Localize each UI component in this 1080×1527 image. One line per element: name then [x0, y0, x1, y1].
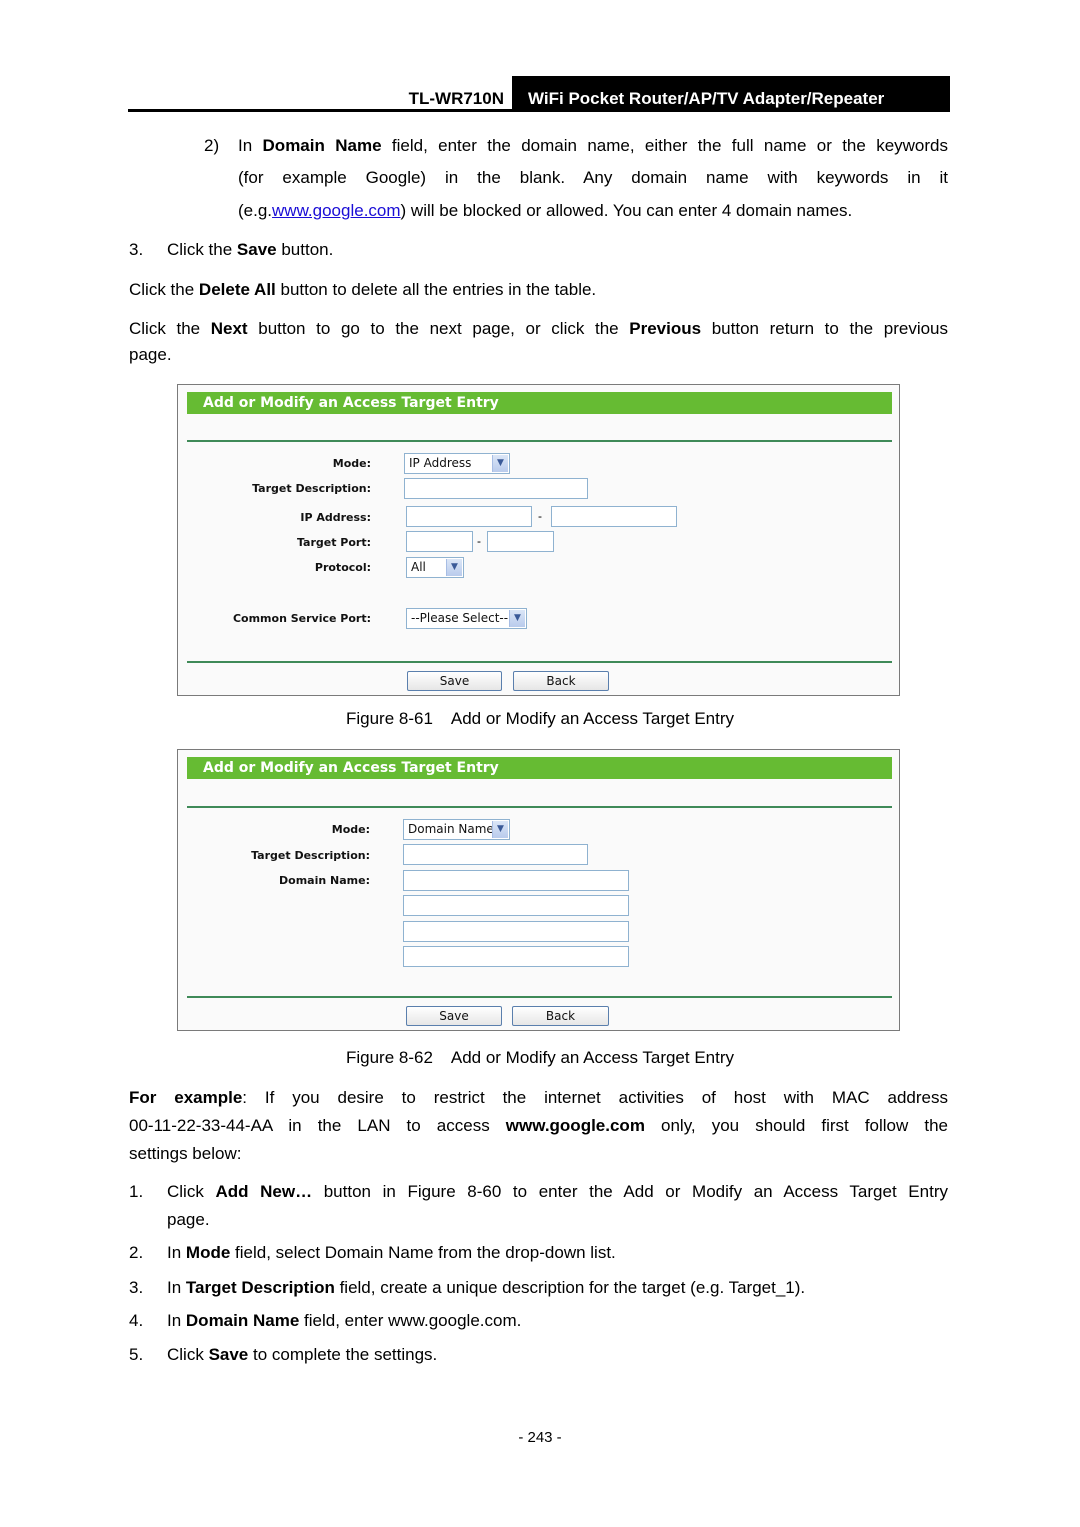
header-model: TL-WR710N: [408, 89, 504, 108]
figure-62-mode-label: Mode:: [331, 823, 370, 836]
example-paragraph-line-2: 00-11-22-33-44-AA in the LAN to access w…: [129, 1116, 948, 1135]
chevron-down-icon: ▼: [509, 610, 525, 627]
list-item-number: 1.: [129, 1182, 144, 1201]
figure-62-domain-name-input-1[interactable]: [403, 870, 629, 891]
figure-62-domain-name-input-3[interactable]: [403, 921, 629, 942]
figure-61-bottom-rule: [187, 661, 892, 663]
chevron-down-icon: ▼: [492, 455, 508, 472]
page-number: - 243 -: [518, 1429, 562, 1446]
figure-62-back-button[interactable]: Back: [512, 1006, 609, 1026]
next-previous-paragraph-line-2: page.: [129, 345, 172, 364]
figure-62-screenshot: Add or Modify an Access Target Entry Mod…: [177, 749, 900, 1031]
step-3-number: 3.: [129, 240, 144, 259]
figure-62-save-button[interactable]: Save: [406, 1006, 502, 1026]
step-2-line-3: (e.g.www.google.com) will be blocked or …: [238, 201, 853, 220]
list-item: In Domain Name field, enter www.google.c…: [167, 1311, 522, 1330]
header-rule: [128, 109, 950, 112]
example-paragraph-line-3: settings below:: [129, 1144, 242, 1163]
figure-62-target-description-input[interactable]: [403, 844, 588, 865]
figure-61-common-service-port-select[interactable]: --Please Select-- ▼: [406, 608, 527, 629]
figure-62-caption: Figure 8-62 Add or Modify an Access Targ…: [345, 1048, 735, 1067]
header-product-title: WiFi Pocket Router/AP/TV Adapter/Repeate…: [512, 76, 950, 111]
figure-61-ip-range-separator: -: [538, 509, 542, 523]
figure-61-ip-end-input[interactable]: [551, 506, 677, 527]
list-item: In Target Description field, create a un…: [167, 1278, 806, 1297]
figure-61-mode-label: Mode:: [332, 457, 371, 470]
list-item: In Mode field, select Domain Name from t…: [167, 1243, 616, 1262]
figure-61-target-description-input[interactable]: [404, 478, 588, 499]
figure-62-panel-title: Add or Modify an Access Target Entry: [187, 757, 892, 779]
figure-62-domain-name-input-4[interactable]: [403, 946, 629, 967]
figure-61-target-port-label: Target Port:: [296, 536, 371, 549]
figure-61-port-start-input[interactable]: [406, 531, 473, 552]
figure-62-domain-name-label: Domain Name:: [279, 874, 370, 887]
figure-61-protocol-label: Protocol:: [314, 561, 371, 574]
figure-61-protocol-select[interactable]: All ▼: [406, 557, 464, 578]
figure-61-ip-address-label: IP Address:: [300, 511, 371, 524]
figure-61-ip-start-input[interactable]: [406, 506, 532, 527]
list-item-number: 5.: [129, 1345, 144, 1364]
list-item-number: 4.: [129, 1311, 144, 1330]
list-item-continuation: page.: [167, 1210, 210, 1229]
example-paragraph-line-1: For example: If you desire to restrict t…: [129, 1088, 948, 1107]
figure-62-mode-select[interactable]: Domain Name ▼: [403, 819, 510, 840]
figure-61-mode-select[interactable]: IP Address ▼: [404, 453, 510, 474]
next-previous-paragraph-line-1: Click the Next button to go to the next …: [129, 319, 949, 338]
figure-61-save-button[interactable]: Save: [407, 671, 502, 691]
figure-61-port-range-separator: -: [477, 534, 481, 548]
figure-62-domain-name-input-2[interactable]: [403, 895, 629, 916]
figure-61-port-end-input[interactable]: [487, 531, 554, 552]
list-item-number: 2.: [129, 1243, 144, 1262]
step-2-line-2: (for example Google) in the blank. Any d…: [238, 168, 948, 187]
google-link[interactable]: www.google.com: [272, 201, 401, 220]
figure-61-target-description-label: Target Description:: [252, 482, 371, 495]
list-item-number: 3.: [129, 1278, 144, 1297]
list-item: Click Save to complete the settings.: [167, 1345, 438, 1364]
figure-61-common-service-port-label: Common Service Port:: [232, 612, 371, 625]
figure-62-bottom-rule: [187, 996, 892, 998]
step-3-text: Click the Save button.: [167, 240, 334, 259]
delete-all-paragraph: Click the Delete All button to delete al…: [129, 280, 597, 299]
figure-61-caption: Figure 8-61 Add or Modify an Access Targ…: [345, 709, 735, 728]
chevron-down-icon: ▼: [492, 821, 508, 838]
figure-61-top-rule: [187, 440, 892, 442]
figure-61-back-button[interactable]: Back: [513, 671, 609, 691]
step-2-number: 2): [204, 136, 220, 155]
chevron-down-icon: ▼: [446, 559, 462, 576]
figure-62-target-description-label: Target Description:: [251, 849, 370, 862]
figure-61-panel-title: Add or Modify an Access Target Entry: [187, 392, 892, 414]
figure-61-screenshot: Add or Modify an Access Target Entry Mod…: [177, 384, 900, 696]
step-2-line-1: In Domain Name field, enter the domain n…: [238, 136, 948, 155]
list-item: Click Add New… button in Figure 8-60 to …: [167, 1182, 948, 1201]
document-page: { "header": { "model": "TL-WR710N", "pro…: [0, 0, 1080, 1527]
figure-62-top-rule: [187, 806, 892, 808]
